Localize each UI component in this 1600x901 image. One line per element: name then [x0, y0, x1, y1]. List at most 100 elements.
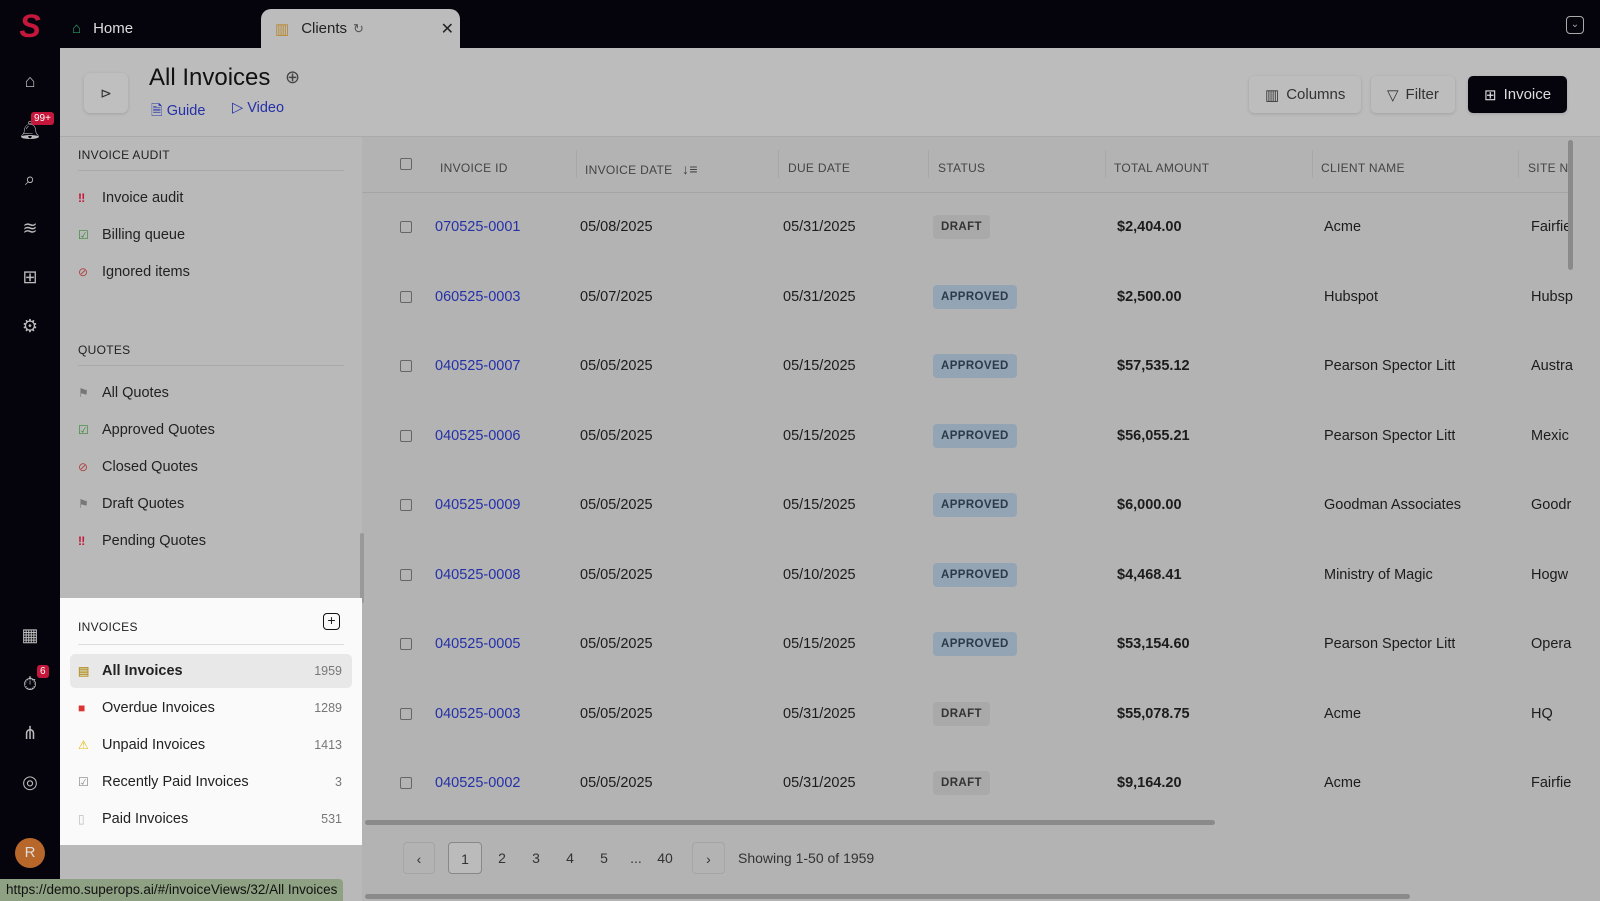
- row-checkbox[interactable]: [400, 290, 412, 303]
- invoice-id-link[interactable]: 040525-0007: [435, 332, 520, 400]
- total-amount: $55,078.75: [1117, 705, 1190, 722]
- tab-home[interactable]: ⌂ Home: [72, 9, 133, 48]
- calendar-icon[interactable]: ▦: [18, 623, 42, 647]
- gear-icon[interactable]: ⚙: [18, 314, 42, 338]
- table-row[interactable]: 040525-0009 05/05/2025 05/15/2025 APPROV…: [365, 471, 1571, 539]
- flag-icon: ⚑: [78, 497, 89, 511]
- row-checkbox[interactable]: [400, 221, 412, 233]
- client-name: Acme: [1324, 705, 1362, 722]
- divider: [778, 150, 779, 178]
- sidebar-item-closed-quotes[interactable]: ⊘ Closed Quotes: [70, 450, 352, 484]
- invoice-id-link[interactable]: 040525-0008: [435, 541, 520, 609]
- column-header-invoice-id[interactable]: INVOICE ID: [440, 161, 508, 175]
- table-row[interactable]: 060525-0003 05/07/2025 05/31/2025 APPROV…: [365, 263, 1573, 331]
- table-vertical-scrollbar[interactable]: [1568, 140, 1573, 270]
- table-horizontal-scrollbar[interactable]: [365, 820, 1215, 825]
- table-row[interactable]: 040525-0006 05/05/2025 05/15/2025 APPROV…: [365, 402, 1569, 470]
- sidebar-item-ignored-items[interactable]: ⊘ Ignored items: [70, 255, 352, 289]
- prev-page-button[interactable]: ‹: [403, 842, 435, 874]
- invoice-id-link[interactable]: 040525-0009: [435, 471, 520, 539]
- due-date: 05/15/2025: [783, 497, 856, 513]
- page-horizontal-scrollbar[interactable]: [365, 894, 1410, 899]
- chevron-down-icon[interactable]: ⌄: [1566, 16, 1584, 34]
- add-view-icon[interactable]: +: [323, 613, 340, 630]
- row-checkbox[interactable]: [400, 707, 412, 720]
- column-header-site-name[interactable]: SITE NA: [1528, 161, 1568, 175]
- row-checkbox[interactable]: [400, 429, 412, 442]
- sidebar-item-approved-quotes[interactable]: ☑ Approved Quotes: [70, 413, 352, 447]
- video-link[interactable]: ▷ Video: [232, 100, 284, 116]
- table-row[interactable]: 040525-0003 05/05/2025 05/31/2025 DRAFT …: [365, 680, 1565, 748]
- siren-icon: ■: [78, 701, 86, 715]
- client-name: Hubspot: [1324, 288, 1379, 305]
- sidebar-item-draft-quotes[interactable]: ⚑ Draft Quotes: [70, 487, 352, 521]
- guide-link[interactable]: 🗎︎ Guide: [151, 100, 205, 125]
- invoice-id-link[interactable]: 060525-0003: [435, 263, 520, 331]
- sidebar-item-invoice-audit[interactable]: ‼ Invoice audit: [70, 181, 352, 215]
- sidebar-item-unpaid-invoices[interactable]: ⚠ Unpaid Invoices 1413: [70, 728, 352, 762]
- column-header-status[interactable]: STATUS: [938, 161, 985, 175]
- select-all-checkbox[interactable]: [400, 158, 412, 170]
- sidebar-item-recently-paid-invoices[interactable]: ☑ Recently Paid Invoices 3: [70, 765, 352, 799]
- next-page-button[interactable]: ›: [692, 842, 725, 874]
- table-row[interactable]: 070525-0001 05/08/2025 05/31/2025 DRAFT …: [365, 193, 1571, 261]
- row-checkbox[interactable]: [400, 777, 412, 789]
- invoice-id-link[interactable]: 040525-0005: [435, 610, 520, 678]
- invoice-id-link[interactable]: 040525-0003: [435, 680, 520, 748]
- row-checkbox[interactable]: [400, 568, 412, 581]
- row-checkbox[interactable]: [400, 360, 412, 372]
- divider: [78, 170, 344, 171]
- row-checkbox[interactable]: [400, 499, 412, 511]
- row-checkbox[interactable]: [400, 638, 412, 650]
- column-header-due-date[interactable]: DUE DATE: [788, 161, 850, 175]
- search-icon[interactable]: ⌕: [18, 167, 42, 191]
- add-square-icon[interactable]: ⊞: [18, 265, 42, 289]
- site-name: Hubsp: [1531, 288, 1573, 305]
- page-button[interactable]: 2: [492, 842, 512, 874]
- column-header-invoice-date[interactable]: INVOICE DATE ↓≡: [585, 161, 698, 177]
- total-amount: $57,535.12: [1117, 358, 1190, 374]
- sidebar-item-paid-invoices[interactable]: ▯ Paid Invoices 531: [70, 802, 352, 836]
- refresh-icon[interactable]: ↻: [353, 21, 364, 37]
- sidebar-item-all-quotes[interactable]: ⚑ All Quotes: [70, 376, 352, 410]
- invoice-id-link[interactable]: 070525-0001: [435, 193, 520, 261]
- page-button[interactable]: 3: [526, 842, 546, 874]
- sidebar-item-billing-queue[interactable]: ☑ Billing queue: [70, 218, 352, 252]
- total-amount: $9,164.20: [1117, 775, 1182, 791]
- sidebar-item-pending-quotes[interactable]: ‼ Pending Quotes: [70, 524, 352, 558]
- tab-clients[interactable]: ▥ Clients ↻ ✕: [261, 9, 460, 48]
- column-header-total-amount[interactable]: TOTAL AMOUNT: [1114, 161, 1209, 175]
- table-row[interactable]: 040525-0002 05/05/2025 05/31/2025 DRAFT …: [365, 749, 1571, 817]
- avatar[interactable]: R: [15, 838, 45, 868]
- filter-button[interactable]: ▽ Filter: [1371, 76, 1455, 113]
- columns-button[interactable]: ▥ Columns: [1249, 76, 1362, 113]
- column-header-client-name[interactable]: CLIENT NAME: [1321, 161, 1405, 175]
- pagination-summary: Showing 1-50 of 1959: [738, 850, 875, 866]
- invoice-id-link[interactable]: 040525-0006: [435, 402, 520, 470]
- sidebar-scrollbar[interactable]: [360, 533, 364, 603]
- workflow-icon[interactable]: ⋔: [18, 721, 42, 745]
- toggle-sidebar-button[interactable]: ⊳: [84, 73, 128, 113]
- globe-icon[interactable]: ⊕: [285, 67, 300, 88]
- invoice-id-link[interactable]: 040525-0002: [435, 749, 520, 817]
- layers-icon[interactable]: ≋: [18, 216, 42, 240]
- sidebar-item-all-invoices[interactable]: ▤ All Invoices 1959: [70, 654, 352, 688]
- table-row[interactable]: 040525-0008 05/05/2025 05/10/2025 APPROV…: [365, 541, 1568, 609]
- page-button[interactable]: 5: [594, 842, 614, 874]
- table-row[interactable]: 040525-0005 05/05/2025 05/15/2025 APPROV…: [365, 610, 1571, 678]
- site-name: Fairfie: [1531, 775, 1572, 791]
- new-invoice-button[interactable]: ⊞ Invoice: [1468, 76, 1568, 113]
- table-row[interactable]: 040525-0007 05/05/2025 05/15/2025 APPROV…: [365, 332, 1573, 400]
- sidebar-item-overdue-invoices[interactable]: ■ Overdue Invoices 1289: [70, 691, 352, 725]
- page-button[interactable]: 4: [560, 842, 580, 874]
- play-icon: ▷: [232, 100, 248, 116]
- home-icon[interactable]: ⌂: [18, 69, 42, 93]
- divider: [1105, 150, 1106, 178]
- compass-icon[interactable]: ◎: [18, 770, 42, 794]
- close-tab-icon[interactable]: ✕: [441, 19, 454, 39]
- warning-icon: ⚠: [78, 738, 89, 752]
- sort-desc-icon[interactable]: ↓≡: [682, 161, 698, 177]
- page-button[interactable]: 1: [448, 842, 482, 874]
- page-button[interactable]: 40: [655, 842, 675, 874]
- superops-logo-icon[interactable]: S: [12, 8, 48, 44]
